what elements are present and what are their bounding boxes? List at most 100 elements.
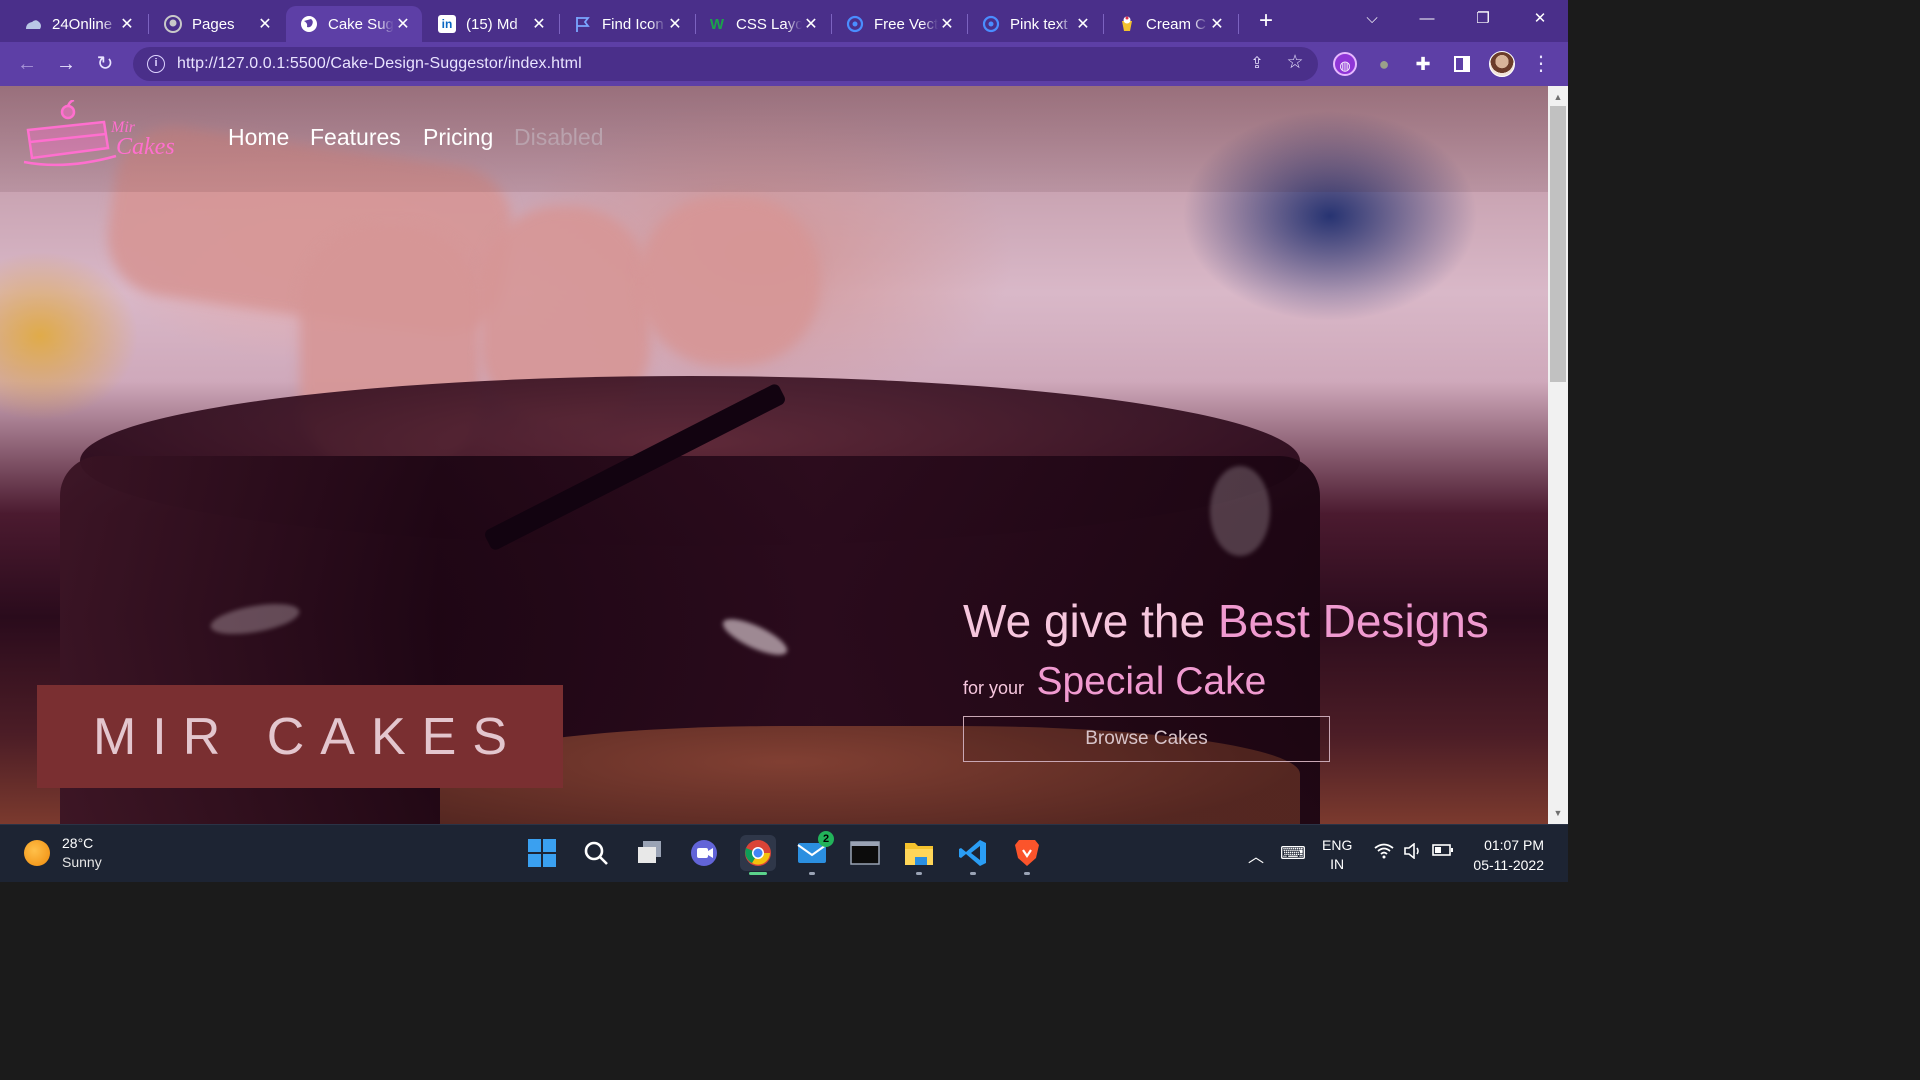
volume-icon[interactable] xyxy=(1403,842,1423,864)
vector-icon xyxy=(982,15,1000,33)
site-info-icon[interactable]: i xyxy=(147,55,165,73)
browser-tab[interactable]: Free Vect ✕ xyxy=(832,6,966,42)
side-panel-icon[interactable] xyxy=(1450,52,1474,76)
browser-tab[interactable]: W CSS Layo ✕ xyxy=(696,6,830,42)
tab-title: Pink text xyxy=(1010,15,1068,33)
bookmark-star-icon[interactable]: ☆ xyxy=(1284,52,1306,74)
keyboard-icon[interactable]: ⌨ xyxy=(1280,843,1306,864)
tray-chevron-icon[interactable]: ︿ xyxy=(1248,843,1264,867)
close-icon[interactable]: ✕ xyxy=(530,14,548,34)
browser-tab[interactable]: Find Icon ✕ xyxy=(560,6,694,42)
clock[interactable]: 01:07 PM 05-11-2022 xyxy=(1472,835,1544,875)
tab-title: CSS Layo xyxy=(736,15,802,33)
reload-icon[interactable]: ↻ xyxy=(91,50,119,78)
browser-tab[interactable]: Cream C ✕ xyxy=(1104,6,1236,42)
cream-icon xyxy=(1118,15,1136,33)
weather-widget[interactable]: 28°C Sunny xyxy=(24,834,102,872)
search-icon[interactable] xyxy=(578,835,614,871)
profile-avatar[interactable] xyxy=(1489,51,1515,77)
nav-link-features[interactable]: Features xyxy=(310,124,401,151)
nav-link-pricing[interactable]: Pricing xyxy=(423,124,493,151)
language-indicator[interactable]: ENG IN xyxy=(1322,836,1352,874)
brand-title: MIR CAKES xyxy=(92,708,524,766)
browser-tab[interactable]: in (15) Md ✕ xyxy=(424,6,558,42)
browser-tab[interactable]: 24Online ✕ xyxy=(0,6,146,42)
weather-condition: Sunny xyxy=(62,854,102,870)
close-icon[interactable]: ✕ xyxy=(1074,14,1092,34)
linkedin-icon: in xyxy=(438,15,456,33)
extension-icon[interactable]: ◍ xyxy=(1333,52,1357,76)
tab-title: Cream C xyxy=(1146,15,1207,33)
restore-icon[interactable]: ❐ xyxy=(1463,6,1503,34)
tab-title: 24Online xyxy=(52,15,113,33)
file-explorer-icon[interactable] xyxy=(901,835,937,875)
mail-badge: 2 xyxy=(818,831,834,847)
app-indicator xyxy=(916,872,922,875)
globe-icon xyxy=(300,15,318,33)
back-icon[interactable]: ← xyxy=(13,50,41,78)
close-icon[interactable]: ✕ xyxy=(938,14,956,34)
battery-icon[interactable] xyxy=(1432,843,1454,862)
teams-chat-icon[interactable] xyxy=(686,835,722,871)
svg-text:Cakes: Cakes xyxy=(116,134,175,160)
nav-link-disabled: Disabled xyxy=(514,124,604,150)
browser-tab-active[interactable]: Cake Sug ✕ xyxy=(286,6,422,42)
wifi-icon[interactable] xyxy=(1374,843,1394,864)
tab-separator xyxy=(148,14,149,34)
page-viewport: Mir Cakes Home Features Pricing Disabled… xyxy=(0,86,1548,824)
close-icon[interactable]: ✕ xyxy=(118,14,136,34)
clock-time: 01:07 PM xyxy=(1484,837,1544,853)
scroll-up-icon[interactable]: ▲ xyxy=(1548,90,1568,104)
vscode-icon[interactable] xyxy=(955,835,991,875)
terminal-icon[interactable] xyxy=(847,835,883,871)
close-icon[interactable]: ✕ xyxy=(256,14,274,34)
close-icon[interactable]: ✕ xyxy=(802,14,820,34)
chrome-icon[interactable] xyxy=(740,835,776,875)
glaze-highlight xyxy=(1210,466,1270,556)
hero-subline: for your Special Cake xyxy=(963,660,1266,704)
page-scrollbar[interactable]: ▲ ▼ xyxy=(1548,86,1568,824)
close-icon[interactable]: ✕ xyxy=(1208,14,1226,34)
site-navbar: Mir Cakes Home Features Pricing Disabled xyxy=(0,86,1548,192)
active-app-indicator xyxy=(749,872,767,875)
vector-icon xyxy=(846,15,864,33)
tab-separator xyxy=(1238,14,1239,34)
scrollbar-thumb[interactable] xyxy=(1550,106,1566,382)
close-icon[interactable]: ✕ xyxy=(394,14,412,34)
hero-headline: We give the Best Designs xyxy=(963,594,1489,648)
browser-tab[interactable]: Pink text ✕ xyxy=(968,6,1102,42)
close-icon[interactable]: ✕ xyxy=(666,14,684,34)
forward-icon[interactable]: → xyxy=(52,50,80,78)
menu-kebab-icon[interactable]: ⋮ xyxy=(1527,50,1555,78)
mail-icon[interactable]: 2 xyxy=(794,831,834,875)
puzzle-icon[interactable]: ✚ xyxy=(1411,52,1435,76)
task-view-icon[interactable] xyxy=(632,835,668,871)
extension-icon[interactable]: ● xyxy=(1372,52,1396,76)
scroll-down-icon[interactable]: ▼ xyxy=(1548,806,1568,820)
lang-top: ENG xyxy=(1322,837,1353,853)
share-icon[interactable]: ⇪ xyxy=(1246,53,1268,75)
app-indicator xyxy=(1024,872,1030,875)
cloud-icon xyxy=(24,15,42,33)
browser-tab-strip: 24Online ✕ Pages ✕ Cake Sug ✕ in (15) Md… xyxy=(0,0,1568,42)
windows-taskbar: 28°C Sunny 2 ︿ ⌨ ENG IN 01:07 PM 05-11-2… xyxy=(0,824,1568,882)
subline-big: Special Cake xyxy=(1036,660,1267,703)
browser-tab[interactable]: Pages ✕ xyxy=(150,6,284,42)
minimize-icon[interactable]: — xyxy=(1407,6,1447,34)
windows-start-icon[interactable] xyxy=(524,835,560,871)
site-logo[interactable]: Mir Cakes xyxy=(16,98,196,180)
tab-title: Pages xyxy=(192,15,235,33)
lang-bottom: IN xyxy=(1330,856,1345,872)
tab-title: (15) Md xyxy=(466,15,518,33)
subline-small: for your xyxy=(963,678,1025,698)
address-bar[interactable]: i http://127.0.0.1:5500/Cake-Design-Sugg… xyxy=(133,47,1318,81)
new-tab-button[interactable]: + xyxy=(1252,8,1280,36)
browse-cakes-button[interactable]: Browse Cakes xyxy=(963,716,1330,762)
close-window-icon[interactable]: ✕ xyxy=(1520,6,1560,34)
url-text[interactable]: http://127.0.0.1:5500/Cake-Design-Sugges… xyxy=(177,55,582,73)
tab-title: Cake Sug xyxy=(328,15,394,33)
github-icon xyxy=(164,15,182,33)
nav-link-home[interactable]: Home xyxy=(228,124,289,151)
tab-search-icon[interactable]: ⌵ xyxy=(1352,6,1392,34)
brave-icon[interactable] xyxy=(1009,835,1045,875)
